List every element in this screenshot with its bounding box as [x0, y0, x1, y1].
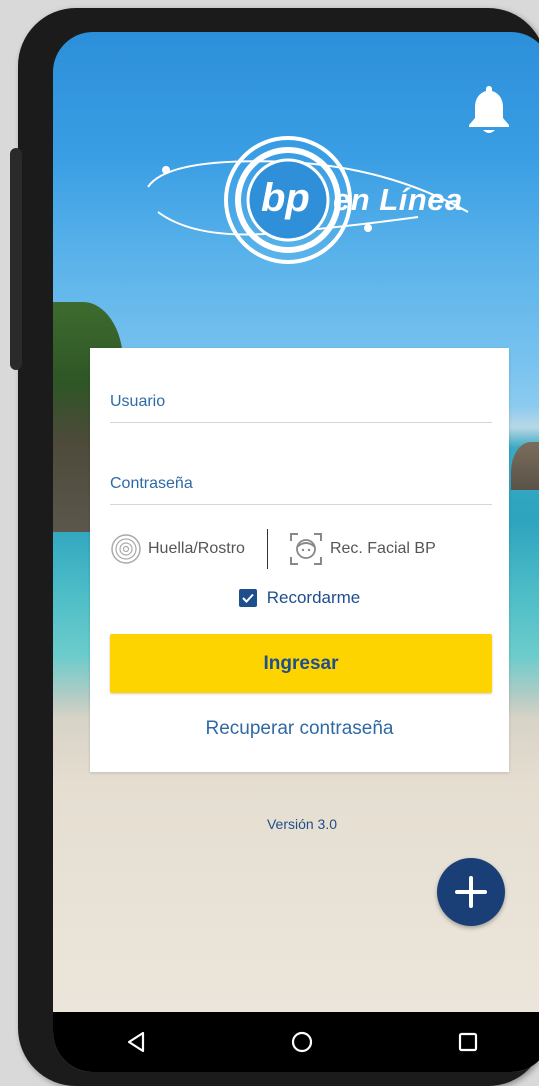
- remember-me[interactable]: Recordarme: [90, 588, 509, 608]
- fingerprint-icon: [111, 534, 141, 564]
- recents-button[interactable]: [448, 1022, 488, 1062]
- logo-text: en Línea: [333, 182, 463, 217]
- remember-label: Recordarme: [266, 588, 361, 607]
- plus-icon: [455, 876, 487, 908]
- recents-icon: [458, 1032, 478, 1052]
- phone-side-button: [10, 148, 22, 370]
- facial-recognition-button[interactable]: Rec. Facial BP: [288, 531, 436, 567]
- biometric-options: Huella/Rostro Rec. Facial BP: [110, 526, 492, 572]
- back-button[interactable]: [116, 1022, 156, 1062]
- app-screen: bp en Línea Huella/Rostro: [53, 32, 539, 1072]
- home-icon: [291, 1031, 313, 1053]
- bell-icon[interactable]: [467, 82, 511, 136]
- system-nav-bar: [53, 1012, 539, 1072]
- biometric-label: Huella/Rostro: [148, 540, 245, 557]
- back-icon: [127, 1031, 145, 1053]
- biometric-button[interactable]: Huella/Rostro: [110, 533, 245, 565]
- add-button[interactable]: [437, 858, 505, 926]
- divider: [266, 529, 268, 569]
- login-button[interactable]: Ingresar: [110, 634, 492, 693]
- facial-label: Rec. Facial BP: [329, 540, 436, 557]
- check-icon: [242, 593, 254, 603]
- recover-password-link[interactable]: Recuperar contraseña: [90, 718, 509, 740]
- background-rock: [511, 442, 539, 490]
- phone-frame: bp en Línea Huella/Rostro: [18, 8, 539, 1086]
- logo-monogram: bp: [261, 176, 310, 220]
- login-card: Huella/Rostro Rec. Facial BP: [90, 348, 509, 772]
- remember-checkbox[interactable]: [238, 589, 257, 607]
- version-label: Versión 3.0: [266, 816, 338, 832]
- password-input[interactable]: [110, 464, 492, 504]
- username-input[interactable]: [110, 382, 492, 422]
- home-button[interactable]: [282, 1022, 322, 1062]
- username-field-container: [110, 382, 492, 423]
- password-field-container: [110, 464, 492, 505]
- face-scan-icon: [289, 533, 322, 565]
